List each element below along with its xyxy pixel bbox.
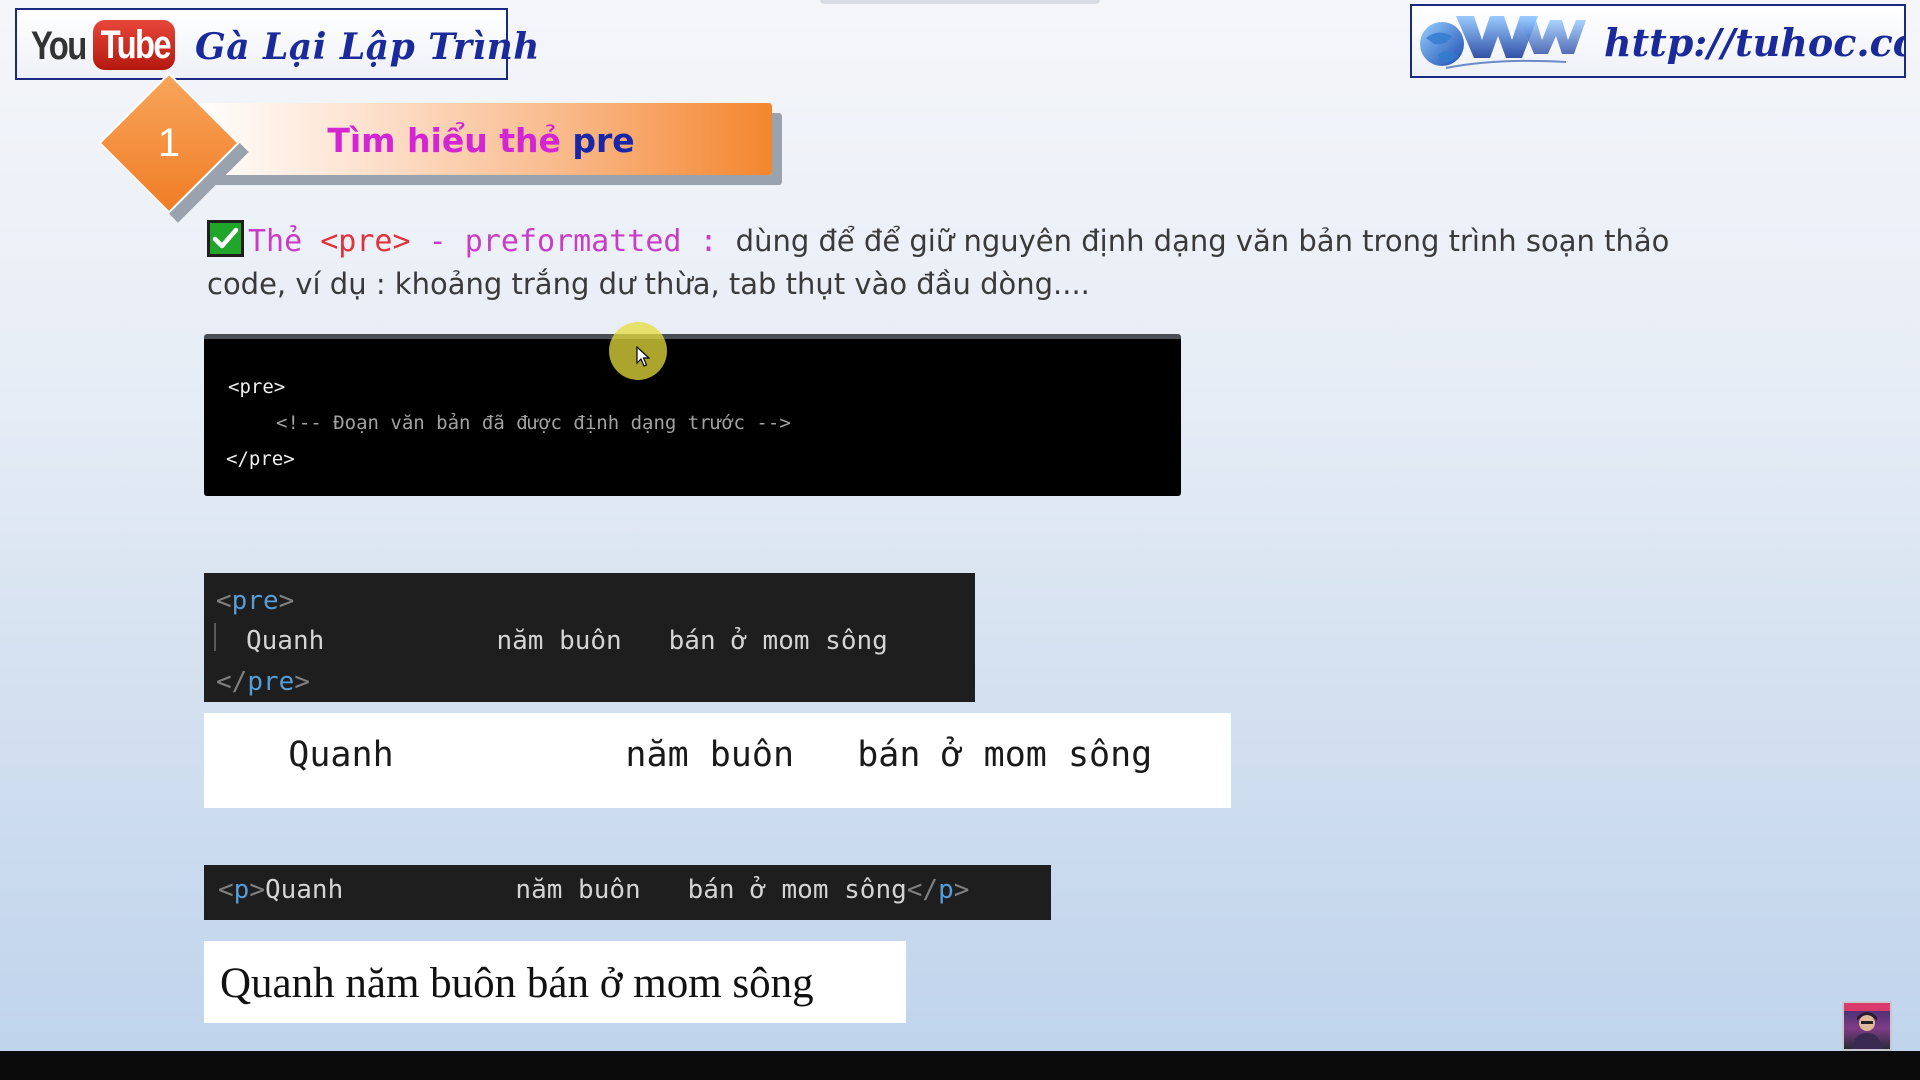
code-line-p: <p>Quanh năm buôn bán ở mom sông</p> [218, 875, 969, 905]
rendered-pre-output: Quanh năm buôn bán ở mom sông [204, 713, 1231, 808]
angle-close: > [278, 586, 295, 616]
tag-name: pre [231, 586, 279, 616]
channel-name: Gà Lại Lập Trình [195, 26, 540, 68]
section-title: Tìm hiểu thẻ pre [190, 121, 772, 160]
youtube-logo-tube: Tube [93, 20, 175, 70]
tag-name: p [233, 875, 250, 905]
www-globe-icon [1420, 16, 1586, 69]
code-line-content: Quanh năm buôn bán ở mom sông [246, 626, 888, 656]
tag-name: pre [247, 667, 295, 697]
term-suffix: - preformatted : [410, 224, 736, 259]
term-tag: <pre> [320, 224, 411, 259]
angle-open: < [216, 586, 232, 616]
code-block-p-example: <p>Quanh năm buôn bán ở mom sông</p> [204, 865, 1051, 920]
youtube-logo-tube-text: Tube [100, 23, 172, 67]
cursor-icon [636, 346, 650, 367]
code-line-comment: <!-- Đoạn văn bản đã được định dạng trướ… [276, 412, 791, 434]
site-url-banner: http://tuhoc.cc [1410, 4, 1906, 78]
description-paragraph: Thẻ <pre> - preformatted : dùng để để gi… [207, 220, 1747, 306]
code-line-close-pre: </pre> [216, 667, 310, 697]
code-block-pre-example: <pre> Quanh năm buôn bán ở mom sông </pr… [204, 573, 975, 702]
angle-close: > [294, 667, 310, 697]
rendered-p-output: Quanh năm buôn bán ở mom sông [204, 941, 906, 1023]
angle-open: < [218, 875, 234, 905]
code-block-syntax: <pre> <!-- Đoạn văn bản đã được định dạn… [204, 334, 1181, 496]
check-icon [207, 220, 244, 257]
code-line-close-pre: </pre> [226, 448, 295, 470]
term-prefix: Thẻ [248, 224, 321, 259]
code-line-open-pre: <pre> [228, 376, 286, 398]
top-edge-shadow [820, 0, 1100, 4]
avatar-figure-icon [1844, 1003, 1890, 1049]
lesson-slide: You Tube Gà Lại Lập Trình http://tuhoc.c… [0, 0, 1920, 1051]
section-heading-banner: Tìm hiểu thẻ pre [190, 103, 772, 175]
tag-name: p [938, 875, 954, 905]
angle-open: </ [906, 875, 939, 905]
angle-open: </ [216, 667, 248, 697]
site-url: http://tuhoc.cc [1604, 20, 1906, 65]
angle-close: > [249, 875, 265, 905]
section-number: 1 [157, 121, 181, 165]
avatar [1842, 1001, 1892, 1051]
rendered-pre-text: Quanh năm buôn bán ở mom sông [204, 735, 1153, 775]
youtube-channel-banner: You Tube Gà Lại Lập Trình [15, 8, 539, 80]
section-title-keyword: pre [572, 121, 635, 160]
code-line-p-content: Quanh năm buôn bán ở mom sông [264, 875, 907, 905]
youtube-logo-you: You [31, 24, 87, 68]
code-line-open-pre: <pre> [216, 586, 294, 616]
indent-guide [214, 623, 216, 651]
section-title-prefix: Tìm hiểu thẻ [327, 121, 573, 160]
angle-close: > [953, 875, 970, 905]
rendered-p-text: Quanh năm buôn bán ở mom sông [220, 960, 814, 1007]
bottom-black-bar [0, 1051, 1920, 1080]
